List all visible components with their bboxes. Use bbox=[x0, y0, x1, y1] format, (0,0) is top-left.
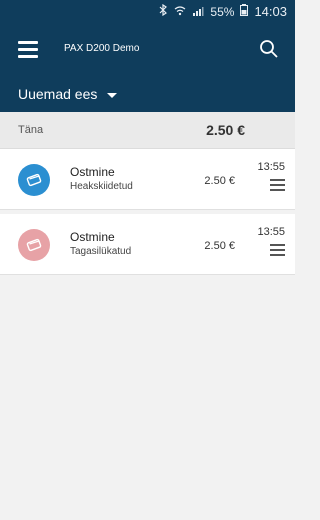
day-summary: Täna 2.50 € bbox=[0, 112, 295, 149]
status-time: 14:03 bbox=[254, 4, 287, 19]
transaction-time: 13:55 bbox=[257, 226, 285, 238]
filter-bar: Uuemad ees bbox=[0, 78, 295, 112]
sort-dropdown[interactable]: Uuemad ees bbox=[18, 86, 118, 102]
app-title: PAX D200 Demo bbox=[64, 43, 140, 54]
transaction-title: Ostmine bbox=[70, 165, 115, 179]
transaction-title: Ostmine bbox=[70, 230, 115, 244]
transaction-list: Ostmine Heakskiidetud 2.50 € 13:55 Ostmi… bbox=[0, 149, 295, 279]
card-icon bbox=[18, 164, 50, 196]
status-bar: 55% 14:03 bbox=[0, 0, 295, 24]
transaction-item[interactable]: Ostmine Heakskiidetud 2.50 € 13:55 bbox=[0, 149, 295, 210]
bluetooth-icon bbox=[158, 3, 168, 19]
day-total: 2.50 € bbox=[206, 122, 245, 138]
item-menu-icon[interactable] bbox=[270, 179, 285, 191]
transaction-status: Tagasilükatud bbox=[70, 246, 132, 257]
status-right: 55% 14:03 bbox=[158, 3, 287, 19]
transaction-amount: 2.50 € bbox=[204, 240, 235, 252]
wifi-icon bbox=[174, 5, 186, 19]
search-icon[interactable] bbox=[258, 38, 280, 60]
caret-down-icon bbox=[107, 92, 118, 98]
app-bar: PAX D200 Demo bbox=[0, 24, 295, 78]
item-menu-icon[interactable] bbox=[270, 244, 285, 256]
signal-icon bbox=[192, 5, 204, 19]
battery-icon bbox=[240, 4, 249, 19]
day-label: Täna bbox=[18, 124, 44, 136]
battery-percent: 55% bbox=[210, 4, 235, 19]
menu-icon[interactable] bbox=[18, 41, 38, 59]
transaction-amount: 2.50 € bbox=[204, 175, 235, 187]
transaction-time: 13:55 bbox=[257, 161, 285, 173]
transaction-item[interactable]: Ostmine Tagasilükatud 2.50 € 13:55 bbox=[0, 214, 295, 275]
transaction-status: Heakskiidetud bbox=[70, 181, 133, 192]
card-icon bbox=[18, 229, 50, 261]
sort-dropdown-label: Uuemad ees bbox=[18, 86, 98, 102]
